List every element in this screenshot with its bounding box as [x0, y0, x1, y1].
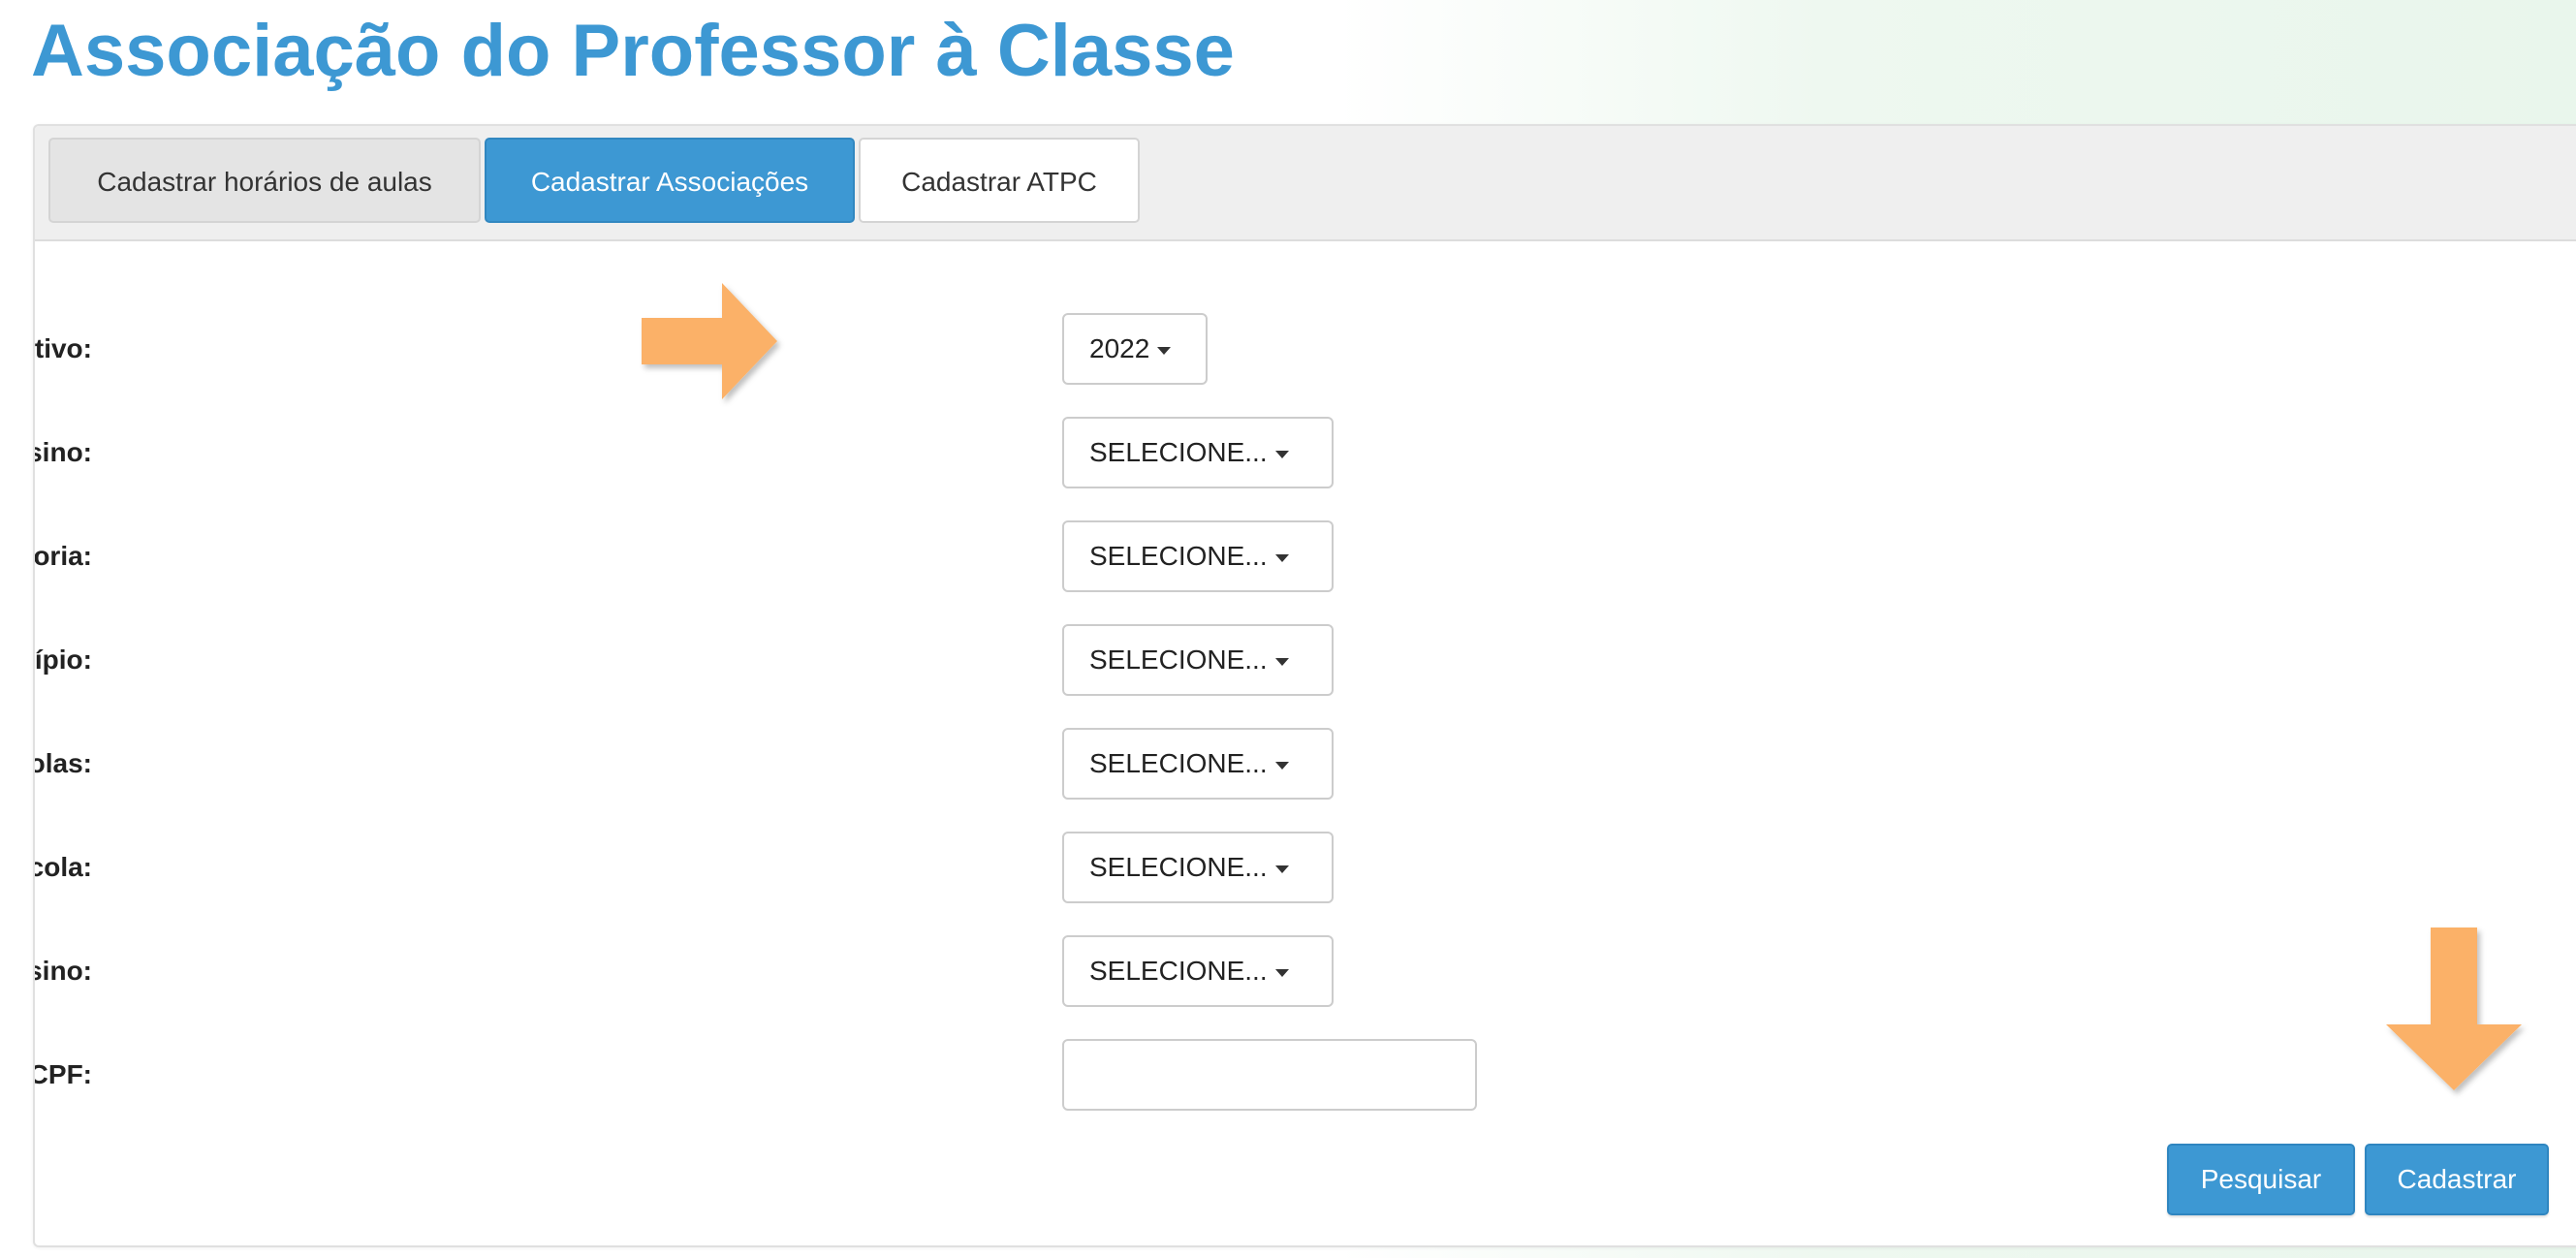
caret-down-icon	[1274, 865, 1289, 873]
situacao-escolas-value: SELECIONE...	[1089, 748, 1268, 778]
escola-row: Escola: SELECIONE...	[35, 832, 1586, 903]
municipio-select[interactable]: SELECIONE...	[1062, 624, 1334, 696]
escola-select[interactable]: SELECIONE...	[1062, 832, 1334, 903]
rede-ensino-value: SELECIONE...	[1089, 437, 1268, 467]
rede-ensino-label: Rede de Ensino:	[35, 437, 92, 467]
arrow-down-icon	[2386, 928, 2522, 1090]
register-button[interactable]: Cadastrar	[2365, 1144, 2549, 1215]
cpf-row: CPF:	[35, 1039, 1586, 1111]
caret-down-icon	[1274, 761, 1289, 770]
ano-letivo-select[interactable]: 2022	[1062, 313, 1208, 385]
tab-cadastrar-associacoes[interactable]: Cadastrar Associações	[485, 138, 855, 223]
ano-letivo-row: Ano Letivo: 2022	[35, 313, 1586, 385]
search-button[interactable]: Pesquisar	[2167, 1144, 2355, 1215]
page-title: Associação do Professor à Classe	[31, 10, 1235, 92]
cpf-label: CPF:	[33, 1059, 92, 1089]
escola-value: SELECIONE...	[1089, 852, 1268, 882]
cpf-input[interactable]	[1062, 1039, 1477, 1111]
municipio-value: SELECIONE...	[1089, 645, 1268, 675]
tipo-ensino-select[interactable]: SELECIONE...	[1062, 935, 1334, 1007]
diretoria-value: SELECIONE...	[1089, 541, 1268, 571]
tipo-ensino-row: Tipo de Ensino: SELECIONE...	[35, 935, 1586, 1007]
caret-down-icon	[1274, 553, 1289, 562]
municipio-row: Município: SELECIONE...	[35, 624, 1586, 696]
situacao-escolas-select[interactable]: SELECIONE...	[1062, 728, 1334, 800]
diretoria-row: Diretoria: SELECIONE...	[35, 520, 1586, 592]
diretoria-label: Diretoria:	[33, 541, 92, 571]
arrow-right-icon	[642, 283, 777, 399]
tipo-ensino-label: Tipo de Ensino:	[35, 956, 92, 986]
tab-bar: Cadastrar horários de aulas Cadastrar As…	[35, 126, 2576, 241]
situacao-escolas-row: Situação das Escolas: SELECIONE...	[35, 728, 1586, 800]
ano-letivo-value: 2022	[1089, 333, 1150, 363]
municipio-label: Município:	[34, 645, 92, 675]
rede-ensino-row: Rede de Ensino: SELECIONE...	[35, 417, 1586, 488]
form-panel: Cadastrar horários de aulas Cadastrar As…	[33, 124, 2576, 1247]
caret-down-icon	[1157, 346, 1172, 355]
ano-letivo-label: Ano Letivo:	[34, 333, 92, 363]
caret-down-icon	[1274, 968, 1289, 977]
rede-ensino-select[interactable]: SELECIONE...	[1062, 417, 1334, 488]
tab-cadastrar-horarios[interactable]: Cadastrar horários de aulas	[48, 138, 481, 223]
tipo-ensino-value: SELECIONE...	[1089, 956, 1268, 986]
situacao-escolas-label: Situação das Escolas:	[35, 748, 92, 778]
diretoria-select[interactable]: SELECIONE...	[1062, 520, 1334, 592]
caret-down-icon	[1274, 657, 1289, 666]
caret-down-icon	[1274, 450, 1289, 458]
tab-cadastrar-atpc[interactable]: Cadastrar ATPC	[859, 138, 1140, 223]
escola-label: Escola:	[35, 852, 92, 882]
